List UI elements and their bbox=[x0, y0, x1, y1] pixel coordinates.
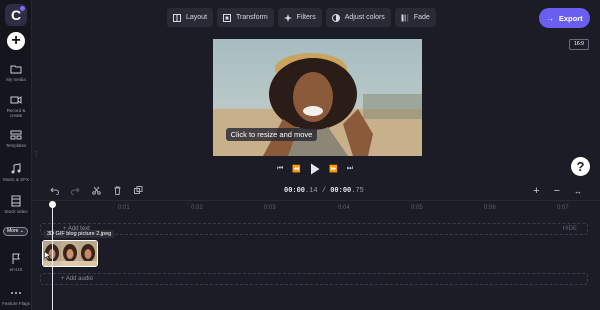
filters-label: Filters bbox=[296, 14, 316, 21]
sidebar-item-music[interactable]: Music & SFX bbox=[0, 163, 32, 182]
dots-icon bbox=[11, 292, 21, 294]
flag-icon bbox=[12, 253, 20, 264]
timeline-tools bbox=[50, 186, 143, 195]
audio-track[interactable]: + Add audio bbox=[40, 273, 588, 285]
hide-track-label[interactable]: HIDE bbox=[563, 226, 577, 232]
layout-button[interactable]: Layout bbox=[167, 8, 214, 27]
total-time-fraction: .75 bbox=[351, 187, 364, 195]
playhead-handle[interactable] bbox=[49, 201, 56, 208]
transform-label: Transform bbox=[236, 14, 268, 21]
time-separator: / bbox=[321, 187, 327, 195]
film-icon bbox=[11, 195, 21, 207]
more-button[interactable]: More ⌄ bbox=[3, 227, 28, 236]
skip-to-end-icon[interactable]: ⏭ bbox=[347, 165, 353, 173]
sidebar-item-stock-video[interactable]: Stock video bbox=[0, 195, 32, 214]
templates-icon bbox=[10, 130, 22, 140]
ruler-tick: 0:05 bbox=[411, 205, 423, 211]
text-track[interactable]: + Add text HIDE bbox=[40, 223, 588, 235]
sidebar: C + My media Record & create Templates M… bbox=[0, 0, 32, 310]
sidebar-item-label: en-US bbox=[9, 267, 23, 272]
rewind-icon[interactable]: ⏪ bbox=[292, 165, 301, 173]
sidebar-item-label: My media bbox=[6, 77, 26, 82]
more-label: More bbox=[7, 228, 19, 234]
app-logo[interactable]: C bbox=[5, 4, 27, 26]
playback-controls: ⏮ ⏪ ⏩ ⏭ bbox=[277, 163, 353, 175]
filters-button[interactable]: Filters bbox=[277, 8, 322, 27]
mouse-cursor-icon bbox=[44, 251, 51, 260]
zoom-in-icon[interactable]: + bbox=[533, 185, 539, 197]
redo-icon[interactable] bbox=[71, 186, 80, 195]
ruler-tick: 0:07 bbox=[557, 205, 569, 211]
top-toolbar: Layout Transform Filters Adjust colors F… bbox=[167, 8, 436, 28]
transform-icon bbox=[223, 13, 232, 22]
export-label: Export bbox=[558, 13, 583, 23]
sidebar-item-language[interactable]: en-US bbox=[0, 253, 32, 272]
sidebar-item-label: Templates bbox=[5, 143, 27, 148]
current-time-fraction: .14 bbox=[305, 187, 318, 195]
transform-button[interactable]: Transform bbox=[217, 8, 274, 27]
trash-icon[interactable] bbox=[113, 186, 122, 195]
zoom-out-icon[interactable]: − bbox=[554, 185, 560, 197]
camera-icon bbox=[10, 96, 22, 104]
timeline[interactable] bbox=[33, 200, 600, 310]
fade-icon bbox=[401, 14, 409, 21]
folder-icon bbox=[10, 65, 22, 74]
play-icon[interactable] bbox=[310, 163, 320, 175]
music-icon bbox=[11, 163, 21, 174]
ruler-tick: 0:01 bbox=[118, 205, 130, 211]
sidebar-item-feature-flags[interactable]: Feature Flags bbox=[0, 287, 32, 306]
layout-icon bbox=[173, 13, 181, 22]
sparkle-icon bbox=[283, 13, 292, 22]
adjust-colors-label: Adjust colors bbox=[344, 14, 385, 21]
resize-tooltip: Click to resize and move bbox=[226, 128, 317, 141]
sidebar-item-templates[interactable]: Templates bbox=[0, 129, 32, 148]
video-editor-app: C + My media Record & create Templates M… bbox=[0, 0, 600, 310]
current-time: 00:00 bbox=[284, 187, 306, 195]
export-button[interactable]: → Export bbox=[539, 8, 590, 28]
add-media-button[interactable]: + bbox=[7, 32, 25, 50]
skip-to-start-icon[interactable]: ⏮ bbox=[277, 165, 283, 173]
ruler-tick: 0:02 bbox=[191, 205, 203, 211]
collapse-handle-icon[interactable]: ⋮ bbox=[33, 150, 40, 160]
fade-button[interactable]: Fade bbox=[394, 8, 436, 27]
fast-forward-icon[interactable]: ⏩ bbox=[329, 165, 338, 173]
sidebar-item-label: Record & create bbox=[6, 108, 26, 118]
arrow-right-icon: → bbox=[546, 13, 554, 23]
clip-thumbnail bbox=[79, 241, 97, 266]
undo-icon[interactable] bbox=[50, 186, 59, 195]
duplicate-icon[interactable] bbox=[134, 186, 143, 195]
sidebar-item-label: Stock video bbox=[4, 209, 28, 214]
clip-thumbnail bbox=[61, 241, 79, 266]
sidebar-item-my-media[interactable]: My media bbox=[0, 63, 32, 82]
help-button[interactable]: ? bbox=[571, 157, 590, 176]
scissors-icon[interactable] bbox=[92, 186, 101, 195]
playhead[interactable] bbox=[52, 207, 53, 310]
zoom-tools: + − ↔ bbox=[533, 185, 582, 197]
aspect-ratio-button[interactable]: 16:9 bbox=[569, 39, 589, 50]
ruler-tick: 0:06 bbox=[484, 205, 496, 211]
time-readout: 00:00.14 / 00:00.75 bbox=[284, 187, 364, 195]
ruler-tick: 0:04 bbox=[338, 205, 350, 211]
total-time: 00:00 bbox=[330, 187, 352, 195]
sidebar-item-label: Feature Flags bbox=[2, 301, 30, 306]
contrast-icon bbox=[331, 13, 340, 22]
fit-timeline-icon[interactable]: ↔ bbox=[574, 187, 582, 196]
fade-label: Fade bbox=[413, 14, 430, 21]
ruler-tick: 0:03 bbox=[264, 205, 276, 211]
adjust-colors-button[interactable]: Adjust colors bbox=[325, 8, 391, 27]
clip-name-label: 3D GIF blog picture 2.jpeg bbox=[44, 230, 115, 238]
add-audio-label[interactable]: + Add audio bbox=[61, 276, 93, 282]
sidebar-item-record[interactable]: Record & create bbox=[0, 94, 32, 118]
sidebar-item-label: Music & SFX bbox=[2, 177, 29, 182]
layout-label: Layout bbox=[186, 14, 208, 21]
